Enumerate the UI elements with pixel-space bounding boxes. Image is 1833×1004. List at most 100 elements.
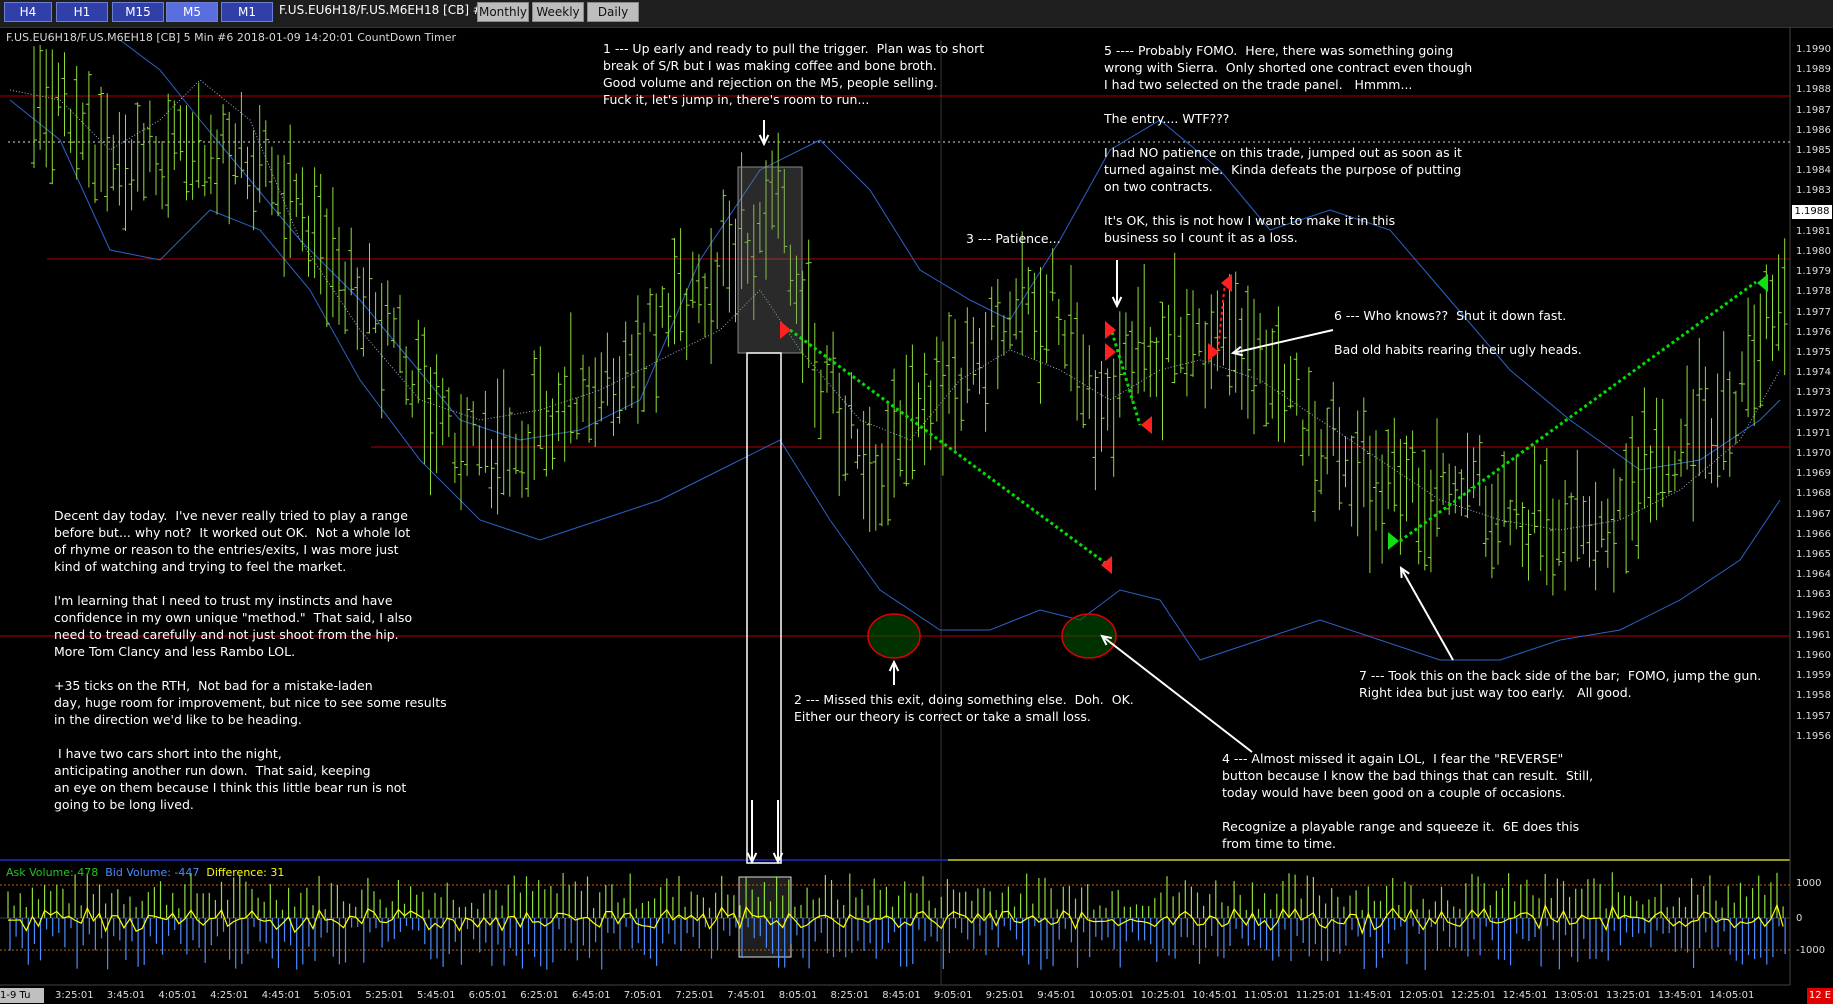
time-tick-label: 13:45:01 — [1657, 990, 1703, 1001]
price-tick-label: 1.1969 — [1796, 468, 1831, 480]
timeframe-button-h4[interactable]: H4 — [4, 2, 52, 22]
trade-marker — [1101, 556, 1112, 574]
time-tick-label: 5:05:01 — [313, 990, 353, 1001]
ask-volume-label: Ask Volume: 478 — [6, 866, 99, 879]
time-tick-label: 4:25:01 — [210, 990, 249, 1001]
price-tick-label: 1.1959 — [1796, 670, 1831, 682]
time-tick-label: 10:05:01 — [1089, 990, 1134, 1001]
time-tick-label: 13:05:01 — [1554, 990, 1600, 1001]
highlight-box-entry — [737, 166, 803, 354]
time-tick-label: 12:45:01 — [1502, 990, 1548, 1001]
time-tick-label: 12:05:01 — [1399, 990, 1445, 1001]
time-tick-label: 11:45:01 — [1347, 990, 1393, 1001]
period-button-daily[interactable]: Daily — [587, 2, 639, 22]
toolbar: H4 H1 M15 M5 M1 F.US.EU6H18/F.US.M6EH18 [CB]… — [0, 0, 1833, 28]
exit-circle-1 — [867, 613, 921, 659]
price-tick-label: 1.1960 — [1796, 650, 1831, 661]
time-tick-label: 5:45:01 — [416, 990, 456, 1001]
period-button-monthly[interactable]: Monthly — [477, 2, 529, 22]
trade-marker — [1757, 274, 1768, 292]
time-tick-label: 6:25:01 — [520, 990, 559, 1001]
current-price-tag: 1.1988 — [1792, 205, 1832, 219]
price-tick-label: 1.1983 — [1796, 185, 1831, 197]
time-tick-label: 7:45:01 — [727, 990, 766, 1001]
price-tick-label: 1.1967 — [1796, 508, 1831, 520]
price-tick-label: 1.1979 — [1796, 266, 1831, 278]
volume-tick-label: 0 — [1796, 913, 1803, 924]
annotation-5: 5 ---- Probably FOMO. Here, there was so… — [1104, 43, 1473, 245]
timeframe-button-m5[interactable]: M5 — [166, 2, 218, 22]
time-tick-label: 3:25:01 — [55, 990, 94, 1001]
price-tick-label: 1.1984 — [1796, 165, 1831, 177]
time-tick-label: 8:45:01 — [882, 990, 921, 1001]
price-tick-label: 1.1980 — [1796, 246, 1831, 257]
middle-band — [9, 79, 1781, 531]
price-tick-label: 1.1971 — [1796, 427, 1831, 439]
price-tick-label: 1.1963 — [1796, 589, 1831, 601]
time-tick-label: 6:45:01 — [572, 990, 611, 1001]
difference-label: Difference: 31 — [206, 866, 285, 879]
timeframe-button-h1[interactable]: H1 — [56, 2, 108, 22]
time-tick-label: 9:45:01 — [1037, 990, 1076, 1001]
time-tick-label: 11:05:01 — [1244, 990, 1290, 1001]
time-tick-label: 9:05:01 — [933, 990, 973, 1001]
trade-marker — [1221, 274, 1232, 292]
price-tick-label: 1.1987 — [1796, 104, 1831, 116]
volume-header: Ask Volume: 478 Bid Volume: -447 Differe… — [6, 866, 284, 879]
price-tick-label: 1.1988 — [1796, 84, 1831, 96]
price-tick-label: 1.1978 — [1796, 286, 1831, 298]
price-tick-label: 1.1962 — [1796, 609, 1831, 621]
price-tick-label: 1.1972 — [1796, 407, 1831, 419]
volume-tick-label: 1000 — [1796, 878, 1822, 889]
symbol-label: F.US.EU6H18/F.US.M6EH18 [CB] #3 — [279, 3, 491, 17]
timeframe-button-m1[interactable]: M1 — [221, 2, 273, 22]
trade-marker — [1388, 532, 1399, 550]
price-tick-label: 1.1985 — [1796, 145, 1831, 156]
time-tick-label: 10:25:01 — [1140, 990, 1186, 1001]
price-tick-label: 1.1956 — [1796, 730, 1831, 742]
time-tick-label: 4:05:01 — [158, 990, 197, 1001]
summary-note: Decent day today. I've never really trie… — [54, 508, 447, 812]
time-tick-label: 5:25:01 — [365, 990, 404, 1001]
price-tick-label: 1.1958 — [1796, 690, 1831, 702]
exit-circle-2 — [1061, 613, 1117, 659]
corner-badge: 12 E — [1807, 988, 1833, 1004]
price-tick-label: 1.1964 — [1796, 569, 1831, 581]
time-tick-label: 8:05:01 — [778, 990, 818, 1001]
annotation-2: 2 --- Missed this exit, doing something … — [794, 692, 1134, 724]
trade-marker — [1105, 321, 1116, 339]
price-tick-label: 1.1975 — [1796, 347, 1831, 358]
price-tick-label: 1.1970 — [1796, 448, 1831, 459]
arrow-7 — [1400, 567, 1454, 661]
time-tick-label: 7:05:01 — [623, 990, 663, 1001]
chart-header: F.US.EU6H18/F.US.M6EH18 [CB] 5 Min #6 20… — [6, 31, 456, 44]
annotation-3: 3 --- Patience... — [966, 231, 1061, 246]
price-tick-label: 1.1981 — [1796, 225, 1831, 237]
time-tick-label: 12:25:01 — [1450, 990, 1496, 1001]
time-tick-label: 14:05:01 — [1709, 990, 1755, 1001]
period-button-weekly[interactable]: Weekly — [532, 2, 584, 22]
price-tick-label: 1.1986 — [1796, 124, 1831, 136]
price-tick-label: 1.1968 — [1796, 488, 1831, 500]
timeframe-button-m15[interactable]: M15 — [112, 2, 164, 22]
trade-marker — [1141, 416, 1152, 434]
volume-tick-label: -1000 — [1796, 945, 1826, 956]
time-tick-label: 10:45:01 — [1192, 990, 1238, 1001]
price-tick-label: 1.1965 — [1796, 549, 1831, 560]
price-tick-label: 1.1957 — [1796, 710, 1831, 722]
entry-connector-box — [746, 352, 782, 864]
time-tick-label: 8:25:01 — [830, 990, 870, 1001]
annotation-7: 7 --- Took this on the back side of the … — [1359, 668, 1762, 700]
time-tick-label: 9:25:01 — [985, 990, 1025, 1001]
time-tick-label: 3:45:01 — [106, 990, 146, 1001]
annotation-6: 6 --- Who knows?? Shut it down fast. Bad… — [1334, 308, 1582, 357]
trade-marker — [1105, 343, 1116, 361]
time-tick-label: 6:05:01 — [468, 990, 508, 1001]
price-tick-label: 1.1990 — [1796, 44, 1831, 55]
time-tick-label: 4:45:01 — [261, 990, 301, 1001]
time-tick-label: 11:25:01 — [1295, 990, 1341, 1001]
price-tick-label: 1.1966 — [1796, 528, 1831, 540]
annotation-1: 1 --- Up early and ready to pull the tri… — [603, 41, 985, 107]
time-tick-label: 13:25:01 — [1606, 990, 1651, 1001]
time-tick-label: 7:25:01 — [675, 990, 714, 1001]
